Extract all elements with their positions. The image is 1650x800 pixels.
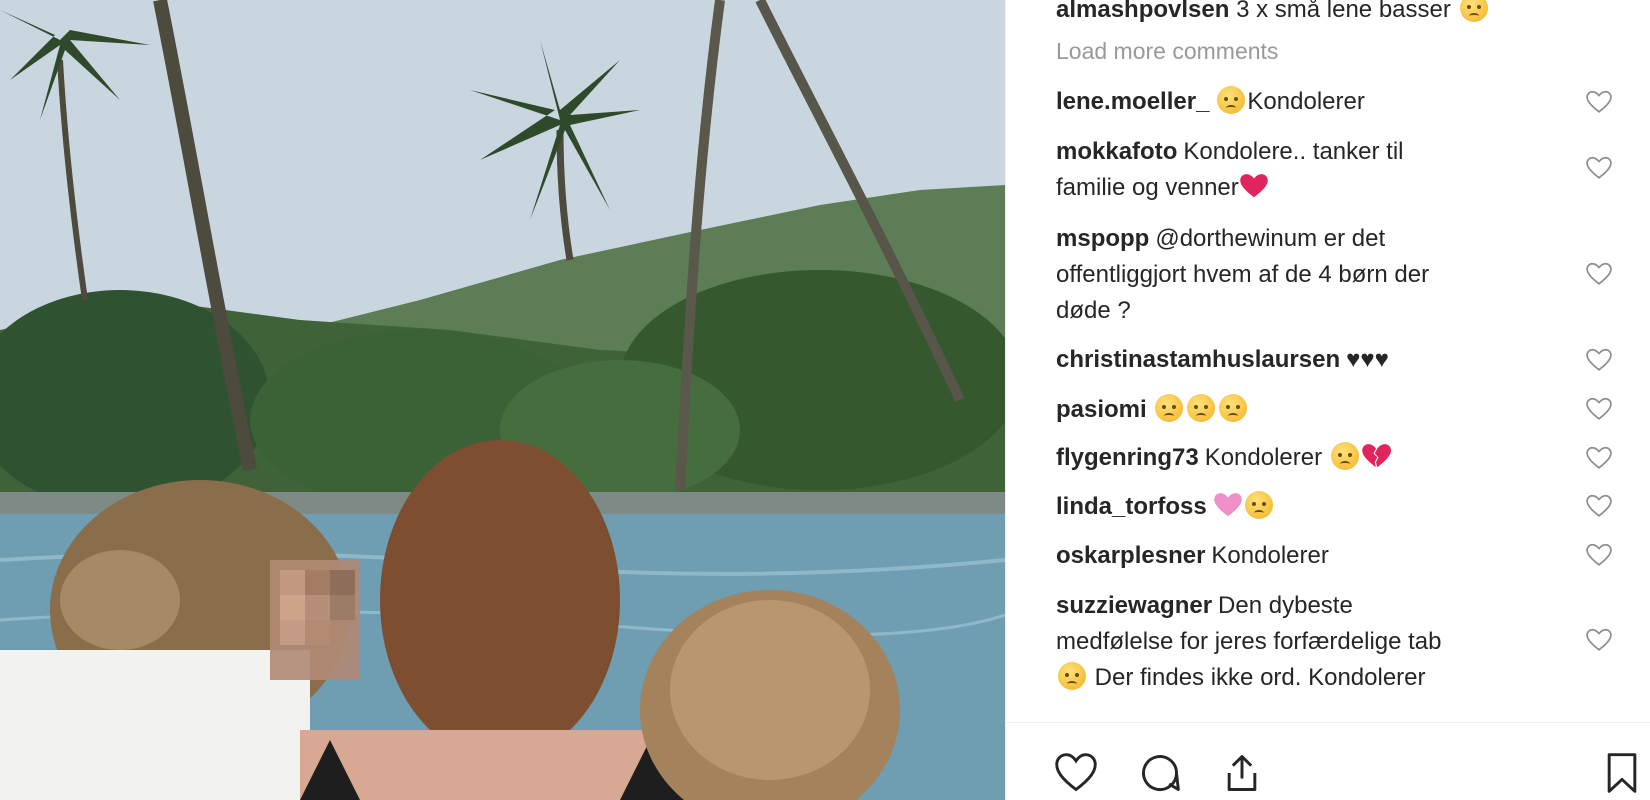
comment-text: Den dybeste	[1218, 592, 1353, 619]
comment-text: @dorthewinum er det	[1155, 225, 1386, 252]
comment-icon[interactable]	[1138, 751, 1182, 795]
comment-username[interactable]: mokkafoto	[1056, 138, 1177, 165]
sparkling-heart-icon	[1213, 493, 1242, 517]
like-heart-icon[interactable]	[1586, 348, 1614, 374]
comment: linda_torfoss	[1056, 489, 1586, 525]
comment-username[interactable]: suzziewagner	[1056, 592, 1212, 619]
like-heart-icon[interactable]	[1586, 90, 1614, 116]
comment-username[interactable]: oskarplesner	[1056, 542, 1205, 569]
comment-cut-off: almashpovlsen 3 x små lene basser	[1056, 0, 1490, 25]
heart-icon[interactable]	[1054, 751, 1098, 795]
broken-heart-icon	[1362, 444, 1391, 468]
post-action-bar	[1006, 722, 1650, 800]
comment-username[interactable]: linda_torfoss	[1056, 493, 1207, 520]
sad-face-icon	[1154, 394, 1183, 422]
sad-face-icon	[1186, 394, 1215, 422]
comment: lene.moeller_ Kondolerer	[1056, 84, 1586, 120]
sad-face-icon	[1459, 0, 1488, 22]
like-heart-icon[interactable]	[1586, 543, 1614, 569]
like-heart-icon[interactable]	[1586, 262, 1614, 288]
comment-username[interactable]: lene.moeller_	[1056, 88, 1209, 115]
share-icon[interactable]	[1220, 751, 1264, 795]
comment-text: offentliggjort hvem af de 4 børn der	[1056, 261, 1430, 288]
comment-text: Kondolere.. tanker til	[1183, 138, 1404, 165]
bookmark-icon[interactable]	[1600, 751, 1644, 795]
comments-panel: almashpovlsen 3 x små lene basser Load m…	[1005, 0, 1650, 800]
comment: flygenring73 Kondolerer	[1056, 440, 1586, 476]
comment-text: ♥♥♥	[1346, 346, 1389, 373]
comment-username[interactable]: mspopp	[1056, 225, 1149, 252]
sad-face-icon	[1218, 394, 1247, 422]
comment-text: medfølelse for jeres forfærdelige tab	[1056, 628, 1442, 655]
load-more-comments-link[interactable]: Load more comments	[1056, 36, 1278, 66]
comment-username[interactable]: flygenring73	[1056, 444, 1199, 471]
like-heart-icon[interactable]	[1586, 446, 1614, 472]
comment-text: døde ?	[1056, 297, 1131, 324]
comment: suzziewagner Den dybeste medfølelse for j…	[1056, 588, 1586, 696]
comment: mspopp @dorthewinum er det offentliggjort…	[1056, 221, 1586, 329]
comment: mokkafoto Kondolere.. tanker til familie …	[1056, 134, 1586, 206]
red-heart-icon	[1240, 174, 1268, 198]
comments-list: almashpovlsen 3 x små lene basser Load m…	[1006, 0, 1650, 722]
like-heart-icon[interactable]	[1586, 494, 1614, 520]
comment-text: Der findes ikke ord. Kondolerer	[1094, 664, 1426, 691]
comment-text: Kondolerer	[1211, 542, 1329, 569]
comment-text: 3 x små lene basser	[1236, 0, 1451, 23]
post-photo	[0, 0, 1005, 800]
comment-text: familie og venner	[1056, 174, 1239, 201]
comment: pasiomi	[1056, 392, 1586, 428]
sad-face-icon	[1330, 442, 1359, 470]
sad-face-icon	[1217, 86, 1246, 114]
sad-face-icon	[1058, 662, 1086, 690]
comment-text: Kondolerer	[1204, 444, 1323, 471]
comment: christinastamhuslaursen ♥♥♥	[1056, 342, 1586, 378]
comment-text: Kondolerer	[1247, 88, 1365, 115]
sad-face-icon	[1244, 491, 1273, 519]
like-heart-icon[interactable]	[1586, 397, 1614, 423]
comment-username[interactable]: christinastamhuslaursen	[1056, 346, 1340, 373]
photo-scene	[0, 0, 1005, 800]
comment: oskarplesner Kondolerer	[1056, 538, 1586, 574]
like-heart-icon[interactable]	[1586, 628, 1614, 654]
comment-username[interactable]: almashpovlsen	[1056, 0, 1229, 23]
like-heart-icon[interactable]	[1586, 156, 1614, 182]
comment-username[interactable]: pasiomi	[1056, 396, 1147, 423]
